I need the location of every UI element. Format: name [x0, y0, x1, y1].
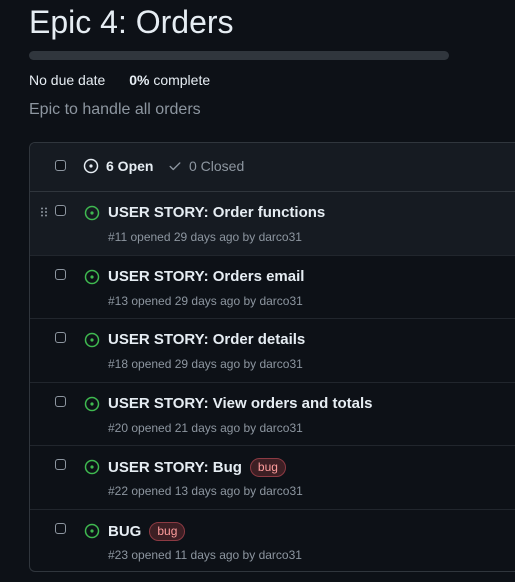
issue-title: USER STORY: Bug	[108, 459, 242, 476]
issue-title: USER STORY: Orders email	[108, 267, 305, 285]
percent-value: 0%	[129, 72, 150, 88]
issue-checkbox[interactable]	[55, 268, 66, 280]
issue-opened-icon	[84, 459, 100, 475]
open-filter-tab[interactable]: 6 Open	[83, 158, 153, 174]
issue-opened-icon	[84, 523, 100, 538]
issue-title: USER STORY: Order functions	[108, 204, 326, 221]
page-title: Epic 4: Orders	[29, 4, 234, 40]
issue-row[interactable]: USER STORY: Order details #18 opened 29 d…	[30, 319, 515, 383]
milestone-description: Epic to handle all orders	[29, 101, 201, 118]
issue-title-link[interactable]: USER STORY: Order details	[108, 331, 305, 348]
issue-list: 6 Open 0 Closed USER STORY: Order functi…	[29, 142, 515, 572]
issue-list-header: 6 Open 0 Closed	[30, 143, 515, 192]
issue-row[interactable]: USER STORY: Orders email #13 opened 29 da…	[30, 256, 515, 319]
milestone-meta: No due date 0% complete	[29, 72, 210, 88]
issue-title: USER STORY: Order details	[108, 331, 306, 348]
issue-opened-icon	[84, 396, 100, 411]
due-date: No due date	[29, 72, 106, 88]
select-all-checkbox[interactable]	[55, 160, 66, 171]
milestone-page: Epic 4: Orders No due date 0% complete E…	[0, 0, 515, 582]
bug-label[interactable]: bug	[149, 521, 186, 541]
issue-row[interactable]: USER STORY: Bug bug #22 opened 13 days ago…	[30, 446, 515, 510]
issue-title-link[interactable]: USER STORY: Bug bug	[108, 458, 286, 477]
issue-meta: #11 opened 29 days ago by darco31	[108, 230, 302, 244]
issue-meta: #22 opened 13 days ago by darco31	[108, 484, 303, 498]
issue-checkbox[interactable]	[55, 395, 66, 407]
closed-filter-tab[interactable]: 0 Closed	[168, 158, 244, 174]
issue-title: USER STORY: View orders and totals	[108, 394, 373, 412]
percent-complete: 0% complete	[129, 72, 210, 88]
issue-checkbox[interactable]	[55, 459, 66, 470]
issue-opened-icon	[84, 205, 100, 221]
issue-meta: #20 opened 21 days ago by darco31	[108, 420, 303, 435]
issue-row[interactable]: USER STORY: Order functions #11 opened 29…	[30, 192, 515, 256]
issue-rows: USER STORY: Order functions #11 opened 29…	[30, 192, 515, 572]
issue-row[interactable]: BUG bug #23 opened 11 days ago by darco31	[30, 510, 515, 572]
issue-title-link[interactable]: USER STORY: Order functions	[108, 204, 325, 221]
closed-filter-label: 0 Closed	[189, 158, 245, 174]
grabber-icon[interactable]	[40, 207, 48, 217]
issue-title: BUG	[108, 522, 142, 540]
issue-meta: #13 opened 29 days ago by darco31	[108, 293, 303, 308]
issue-title-link[interactable]: BUG bug	[108, 521, 186, 541]
issue-meta: #23 opened 11 days ago by darco31	[108, 547, 302, 562]
percent-suffix: complete	[153, 72, 211, 88]
issue-row[interactable]: USER STORY: View orders and totals #20 op…	[30, 383, 515, 446]
issue-opened-icon	[84, 332, 100, 348]
bug-label[interactable]: bug	[249, 458, 286, 477]
check-icon	[169, 162, 181, 171]
issue-opened-icon	[83, 158, 99, 174]
issue-title-link[interactable]: USER STORY: View orders and totals	[108, 395, 373, 412]
issue-title-link[interactable]: USER STORY: Orders email	[108, 268, 304, 285]
issue-opened-icon	[84, 269, 100, 284]
issue-checkbox[interactable]	[55, 205, 66, 216]
milestone-progress-bar	[29, 51, 449, 60]
issue-checkbox[interactable]	[55, 522, 66, 534]
issue-checkbox[interactable]	[55, 332, 66, 343]
issue-meta: #18 opened 29 days ago by darco31	[108, 357, 303, 371]
open-filter-label: 6 Open	[106, 158, 154, 174]
